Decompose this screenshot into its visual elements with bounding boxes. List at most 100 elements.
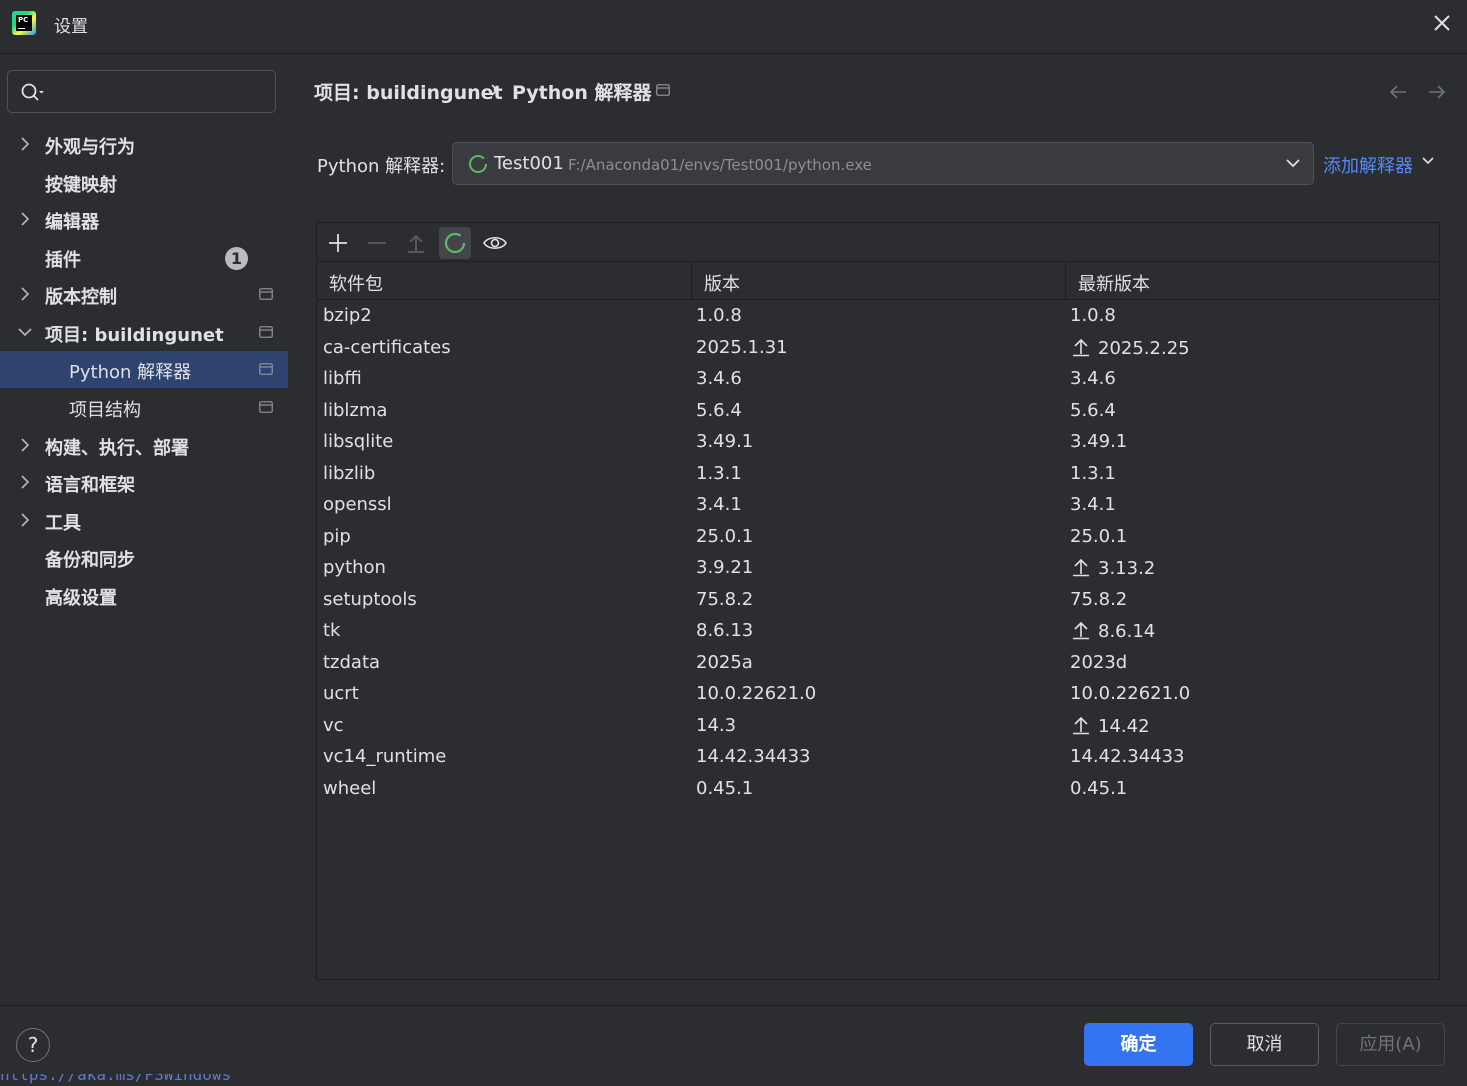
sidebar-item-backup-sync[interactable]: 备份和同步 (0, 539, 288, 576)
package-version: 2025.1.31 (696, 336, 788, 358)
chevron-right-icon[interactable] (17, 512, 33, 528)
sidebar-item-build-execution-deployment[interactable]: 构建、执行、部署 (0, 427, 288, 464)
package-latest-version: 25.0.1 (1070, 526, 1127, 547)
upgrade-icon (408, 234, 424, 253)
uninstall-package-button[interactable] (361, 227, 393, 259)
table-row[interactable]: tk 8.6.13 8.6.14 (317, 616, 1439, 648)
chevron-right-icon[interactable] (17, 474, 33, 490)
table-row[interactable]: wheel 0.45.1 0.45.1 (317, 774, 1439, 806)
chevron-down-icon[interactable] (17, 324, 33, 340)
table-row[interactable]: vc14_runtime 14.42.34433 14.42.34433 (317, 742, 1439, 774)
package-version: 8.6.13 (696, 620, 754, 641)
upgrade-package-button[interactable] (400, 227, 432, 259)
sidebar-item-languages-frameworks[interactable]: 语言和框架 (0, 464, 288, 501)
package-version: 75.8.2 (696, 588, 754, 610)
table-row[interactable]: tzdata 2025a 2023d (317, 648, 1439, 680)
add-interpreter-link[interactable]: 添加解释器 (1323, 152, 1434, 178)
package-version: 3.49.1 (696, 431, 754, 452)
package-version: 10.0.22621.0 (696, 683, 817, 704)
table-row[interactable]: libsqlite 3.49.1 3.49.1 (317, 427, 1439, 459)
package-latest-version: 2023d (1070, 652, 1127, 673)
package-name: libzlib (323, 462, 376, 484)
ok-button[interactable]: 确定 (1084, 1023, 1193, 1066)
table-row[interactable]: python 3.9.21 3.13.2 (317, 553, 1439, 585)
search-icon (21, 83, 44, 101)
table-row[interactable]: bzip2 1.0.8 1.0.8 (317, 301, 1439, 333)
table-row[interactable]: vc 14.3 14.42 (317, 711, 1439, 743)
settings-search-input[interactable] (7, 70, 276, 113)
package-version: 1.0.8 (696, 305, 742, 326)
latest-version-text: 3.49.1 (1070, 431, 1128, 452)
column-header-version[interactable]: 版本 (692, 262, 1065, 300)
package-version: 14.3 (696, 714, 737, 736)
sidebar-item-label: 项目结构 (69, 400, 141, 421)
project-scope-icon (259, 288, 273, 300)
interpreter-dropdown[interactable]: Test001 F:/Anaconda01/envs/Test001/pytho… (452, 142, 1314, 185)
package-name: setuptools (323, 588, 417, 610)
breadcrumb-project[interactable]: 项目: buildingunet (314, 78, 503, 105)
package-version: 1.3.1 (696, 462, 742, 484)
chevron-right-icon[interactable] (17, 437, 33, 453)
sidebar-item-label: 版本控制 (45, 287, 117, 308)
table-row[interactable]: pip 25.0.1 25.0.1 (317, 522, 1439, 554)
interpreter-label: Python 解释器: (317, 156, 446, 177)
sidebar-item-editor[interactable]: 编辑器 (0, 201, 288, 238)
package-version: 25.0.1 (696, 525, 754, 547)
table-row[interactable]: libzlib 1.3.1 1.3.1 (317, 459, 1439, 491)
package-version: 3.9.21 (696, 557, 754, 578)
sidebar-item-appearance[interactable]: 外观与行为 (0, 126, 288, 163)
close-icon[interactable] (1429, 10, 1455, 36)
column-header-latest-version[interactable]: 最新版本 (1066, 262, 1439, 300)
table-row[interactable]: setuptools 75.8.2 75.8.2 (317, 585, 1439, 617)
sidebar-item-advanced-settings[interactable]: 高级设置 (0, 577, 288, 614)
help-button[interactable]: ? (16, 1028, 50, 1062)
package-name: python (323, 557, 386, 578)
table-row[interactable]: ucrt 10.0.22621.0 10.0.22621.0 (317, 679, 1439, 711)
forward-arrow-icon[interactable] (1427, 83, 1447, 101)
package-name: liblzma (323, 399, 388, 421)
chevron-right-icon[interactable] (17, 136, 33, 152)
sidebar-item-plugins[interactable]: 插件 1 (0, 239, 288, 276)
column-header-package[interactable]: 软件包 (317, 262, 691, 300)
apply-button[interactable]: 应用(A) (1336, 1023, 1445, 1066)
sidebar-item-project[interactable]: 项目: buildingunet (0, 314, 288, 351)
package-name: ucrt (323, 683, 359, 704)
interpreter-path: F:/Anaconda01/envs/Test001/python.exe (568, 156, 872, 174)
show-early-releases-button[interactable] (478, 227, 510, 259)
package-latest-version: 1.3.1 (1070, 463, 1116, 484)
package-version: 3.4.6 (696, 368, 742, 389)
sidebar-item-label: 外观与行为 (45, 137, 135, 158)
package-name: vc14_runtime (323, 746, 447, 767)
chevron-right-icon[interactable] (17, 286, 33, 302)
sidebar-item-label: 语言和框架 (45, 475, 135, 496)
sidebar-item-version-control[interactable]: 版本控制 (0, 276, 288, 313)
title-bar: PC 设置 (0, 0, 1467, 54)
upgrade-available-icon (1073, 338, 1089, 356)
package-version: 5.6.4 (696, 399, 742, 421)
package-name: wheel (323, 777, 377, 799)
sidebar-item-keymap[interactable]: 按键映射 (0, 164, 288, 201)
table-row[interactable]: libffi 3.4.6 3.4.6 (317, 364, 1439, 396)
sidebar-item-project-structure[interactable]: 项目结构 (0, 389, 288, 426)
table-row[interactable]: ca-certificates 2025.1.31 2025.2.25 (317, 333, 1439, 365)
back-arrow-icon[interactable] (1388, 83, 1408, 101)
install-package-button[interactable] (322, 227, 354, 259)
add-interpreter-label: 添加解释器 (1323, 156, 1413, 177)
package-name: pip (323, 525, 351, 547)
package-name: libffi (323, 368, 362, 389)
sidebar-item-python-interpreter[interactable]: Python 解释器 (0, 351, 288, 388)
sidebar-item-label: 编辑器 (45, 212, 99, 233)
chevron-right-icon[interactable] (17, 211, 33, 227)
sidebar-item-tools[interactable]: 工具 (0, 502, 288, 539)
upgrade-available-icon (1073, 558, 1089, 577)
latest-version-text: 1.0.8 (1070, 305, 1116, 326)
table-row[interactable]: liblzma 5.6.4 5.6.4 (317, 396, 1439, 428)
refresh-button[interactable] (439, 227, 471, 259)
package-version: 0.45.1 (696, 777, 754, 799)
cancel-button[interactable]: 取消 (1210, 1023, 1319, 1066)
latest-version-text: 2025.2.25 (1098, 337, 1190, 359)
sidebar-item-label: 按键映射 (45, 175, 117, 196)
sidebar-item-label: 项目: buildingunet (45, 325, 224, 346)
loading-spinner-icon (469, 155, 487, 173)
table-row[interactable]: openssl 3.4.1 3.4.1 (317, 490, 1439, 522)
